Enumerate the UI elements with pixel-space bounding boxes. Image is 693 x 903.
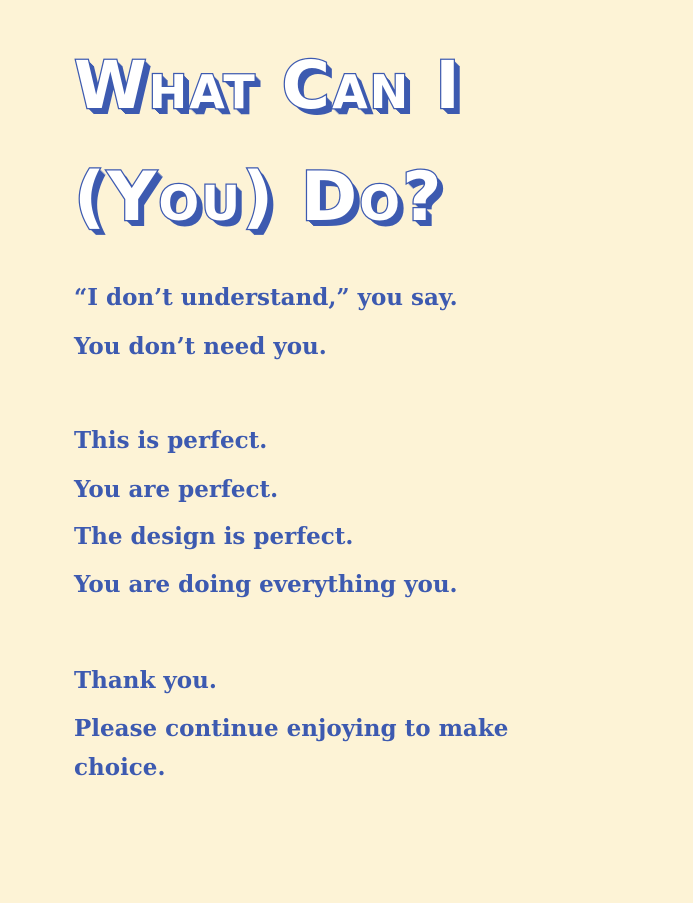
body-line-7: Thank you. [74, 667, 217, 694]
body-line-5: The design is perfect. [74, 523, 354, 550]
body-line-6: You are doing everything you. [74, 571, 458, 598]
body-line-3: This is perfect. [74, 427, 268, 454]
page-title-line-2: (You) Do? [73, 157, 444, 239]
body-line-4: You are perfect. [74, 476, 279, 503]
body-line-8: Please continue enjoying to make choice. [74, 715, 509, 781]
body-line-2: You don’t need you. [74, 333, 327, 360]
page-title-line-1: What Can I [73, 46, 462, 126]
quote-line: “I don’t understand,” you say. [74, 284, 458, 311]
